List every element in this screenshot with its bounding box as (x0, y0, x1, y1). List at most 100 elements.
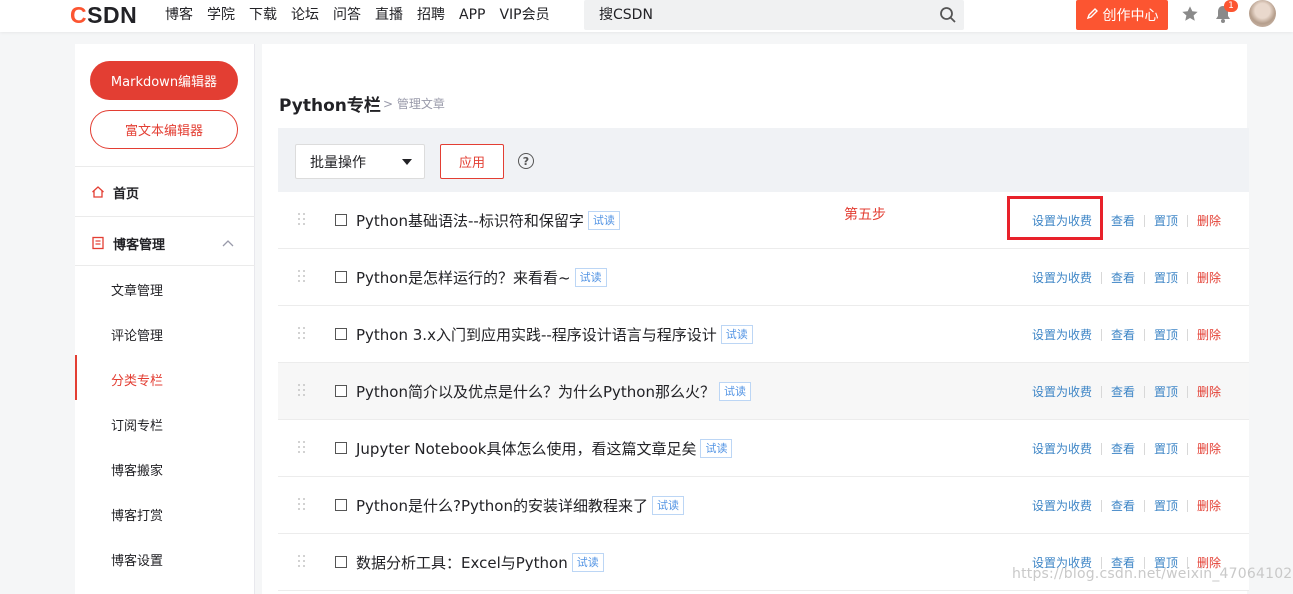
nav-live[interactable]: 直播 (375, 0, 403, 30)
trial-badge: 试读 (719, 382, 751, 401)
main-content: Python专栏 > 管理文章 批量操作 应用 ? Python基础语法--标识… (262, 44, 1249, 594)
help-icon[interactable]: ? (518, 153, 534, 169)
sidebar-item-blog-settings[interactable]: 博客设置 (111, 550, 163, 569)
user-avatar[interactable] (1249, 0, 1276, 27)
drag-handle-icon[interactable] (298, 213, 306, 227)
action-separator (1144, 442, 1146, 455)
view-link[interactable]: 查看 (1111, 383, 1135, 400)
view-link[interactable]: 查看 (1111, 326, 1135, 343)
article-title[interactable]: Python简介以及优点是什么？为什么Python那么火？ (356, 381, 715, 402)
table-row: Python简介以及优点是什么？为什么Python那么火？ 试读 设置为收费 查看 置顶… (278, 363, 1249, 420)
pen-icon (1086, 7, 1099, 24)
drag-handle-icon[interactable] (298, 327, 306, 341)
sidebar-item-blog-manage[interactable]: 博客管理 (91, 233, 165, 253)
sidebar-item-subscribe-column[interactable]: 订阅专栏 (111, 415, 163, 434)
view-link[interactable]: 查看 (1111, 269, 1135, 286)
nav-qa[interactable]: 问答 (333, 0, 361, 30)
action-separator (1187, 271, 1189, 284)
sidebar-item-blog-manage-label: 博客管理 (113, 237, 166, 253)
pin-link[interactable]: 置顶 (1154, 269, 1178, 286)
sidebar-item-category-column[interactable]: 分类专栏 (111, 370, 163, 389)
search-input[interactable]: 搜CSDN (599, 0, 653, 30)
nav-app[interactable]: APP (459, 0, 485, 30)
row-checkbox[interactable] (335, 214, 347, 226)
view-link[interactable]: 查看 (1111, 212, 1135, 229)
table-row: Jupyter Notebook具体怎么使用，看这篇文章足矣 试读 设置为收费 查看 置… (278, 420, 1249, 477)
create-center-button[interactable]: 创作中心 (1076, 0, 1168, 30)
logo-rest: SDN (87, 2, 138, 28)
drag-handle-icon[interactable] (298, 555, 306, 569)
main-nav: 博客 学院 下载 论坛 问答 直播 招聘 APP VIP会员 (165, 0, 564, 30)
sidebar: Markdown编辑器 富文本编辑器 首页 博客管理 文章管理 评论管理 分类专… (75, 44, 255, 594)
row-checkbox[interactable] (335, 385, 347, 397)
article-title[interactable]: Python基础语法--标识符和保留字 (356, 210, 584, 231)
nav-blog[interactable]: 博客 (165, 0, 193, 30)
favorites-star-icon[interactable] (1181, 5, 1201, 25)
set-paid-link[interactable]: 设置为收费 (1032, 326, 1092, 343)
set-paid-link[interactable]: 设置为收费 (1032, 383, 1092, 400)
delete-link[interactable]: 删除 (1197, 440, 1221, 457)
row-checkbox[interactable] (335, 271, 347, 283)
chevron-up-icon[interactable] (222, 236, 234, 250)
article-title-wrap: 数据分析工具：Excel与Python 试读 (356, 552, 604, 573)
nav-download[interactable]: 下载 (249, 0, 277, 30)
nav-forum[interactable]: 论坛 (291, 0, 319, 30)
action-separator (1144, 499, 1146, 512)
article-title[interactable]: Python是什么?Python的安装详细教程来了 (356, 495, 648, 516)
set-paid-link[interactable]: 设置为收费 (1032, 497, 1092, 514)
row-checkbox[interactable] (335, 499, 347, 511)
pin-link[interactable]: 置顶 (1154, 212, 1178, 229)
delete-link[interactable]: 删除 (1197, 212, 1221, 229)
row-checkbox[interactable] (335, 328, 347, 340)
action-separator (1144, 271, 1146, 284)
notification-badge: 1 (1224, 0, 1238, 12)
sidebar-item-article-manage[interactable]: 文章管理 (111, 280, 163, 299)
caret-down-icon (402, 159, 412, 165)
set-paid-link[interactable]: 设置为收费 (1032, 440, 1092, 457)
bulk-action-select[interactable]: 批量操作 (295, 144, 425, 179)
drag-handle-icon[interactable] (298, 384, 306, 398)
delete-link[interactable]: 删除 (1197, 326, 1221, 343)
row-checkbox[interactable] (335, 556, 347, 568)
drag-handle-icon[interactable] (298, 498, 306, 512)
article-title[interactable]: Python是怎样运行的？来看看~ (356, 267, 571, 288)
nav-vip[interactable]: VIP会员 (499, 0, 549, 30)
markdown-editor-button[interactable]: Markdown编辑器 (90, 61, 238, 100)
sidebar-item-comment-manage[interactable]: 评论管理 (111, 325, 163, 344)
drag-handle-icon[interactable] (298, 270, 306, 284)
view-link[interactable]: 查看 (1111, 440, 1135, 457)
article-title-wrap: Python基础语法--标识符和保留字 试读 (356, 210, 620, 231)
article-title-wrap: Python是什么?Python的安装详细教程来了 试读 (356, 495, 684, 516)
action-separator (1101, 499, 1103, 512)
csdn-logo[interactable]: CSDN (70, 3, 137, 27)
pin-link[interactable]: 置顶 (1154, 383, 1178, 400)
drag-handle-icon[interactable] (298, 441, 306, 455)
sidebar-item-blog-move[interactable]: 博客搬家 (111, 460, 163, 479)
action-separator (1101, 328, 1103, 341)
pin-link[interactable]: 置顶 (1154, 326, 1178, 343)
richtext-editor-button[interactable]: 富文本编辑器 (90, 110, 238, 149)
set-paid-link[interactable]: 设置为收费 (1032, 269, 1092, 286)
action-separator (1187, 499, 1189, 512)
view-link[interactable]: 查看 (1111, 497, 1135, 514)
article-title[interactable]: Python 3.x入门到应用实践--程序设计语言与程序设计 (356, 324, 717, 345)
bulk-toolbar: 批量操作 应用 ? (278, 128, 1249, 192)
sidebar-item-home[interactable]: 首页 (91, 182, 139, 202)
nav-academy[interactable]: 学院 (207, 0, 235, 30)
article-title[interactable]: 数据分析工具：Excel与Python (356, 552, 568, 573)
apply-button[interactable]: 应用 (440, 144, 504, 179)
row-checkbox[interactable] (335, 442, 347, 454)
pin-link[interactable]: 置顶 (1154, 497, 1178, 514)
delete-link[interactable]: 删除 (1197, 383, 1221, 400)
delete-link[interactable]: 删除 (1197, 497, 1221, 514)
search-icon[interactable] (932, 0, 964, 30)
table-row: Python 3.x入门到应用实践--程序设计语言与程序设计 试读 设置为收费 查看 置… (278, 306, 1249, 363)
search-box[interactable]: 搜CSDN (584, 0, 964, 30)
trial-badge: 试读 (587, 211, 620, 230)
sidebar-item-blog-reward[interactable]: 博客打赏 (111, 505, 163, 524)
pin-link[interactable]: 置顶 (1154, 440, 1178, 457)
nav-jobs[interactable]: 招聘 (417, 0, 445, 30)
article-title[interactable]: Jupyter Notebook具体怎么使用，看这篇文章足矣 (356, 438, 696, 459)
delete-link[interactable]: 删除 (1197, 269, 1221, 286)
bulk-action-label: 批量操作 (310, 154, 366, 171)
